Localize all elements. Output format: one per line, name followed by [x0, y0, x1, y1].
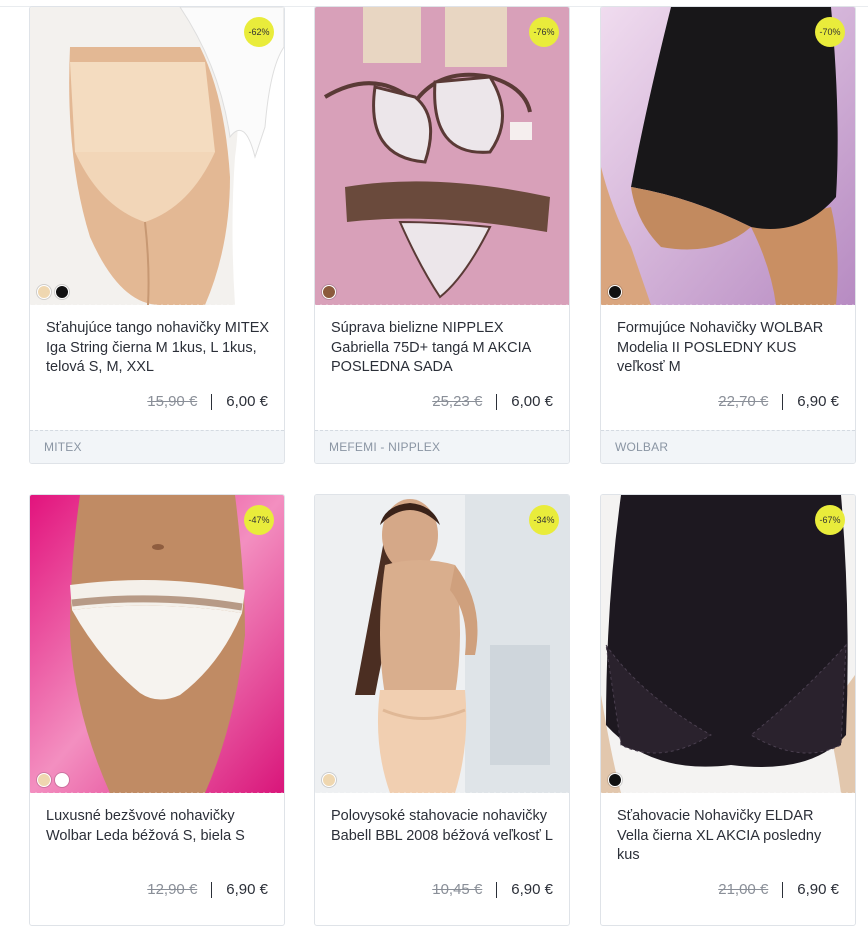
- current-price: 6,90 €: [797, 881, 839, 898]
- color-swatches: [608, 285, 622, 299]
- discount-badge: -62%: [244, 17, 274, 47]
- discount-badge: -76%: [529, 17, 559, 47]
- product-card[interactable]: -76% Súprava bielizne NIPPLEX Gabriella …: [314, 6, 570, 464]
- current-price: 6,90 €: [511, 881, 553, 898]
- discount-badge: -34%: [529, 505, 559, 535]
- color-swatch[interactable]: [37, 773, 51, 787]
- product-image[interactable]: -34%: [315, 495, 569, 793]
- price-separator: [211, 881, 213, 898]
- product-title[interactable]: Súprava bielizne NIPPLEX Gabriella 75D+ …: [331, 319, 557, 378]
- discount-badge: -70%: [815, 17, 845, 47]
- brand-bar: MITEX: [30, 430, 284, 463]
- current-price: 6,00 €: [226, 393, 268, 410]
- product-image[interactable]: -67%: [601, 495, 855, 793]
- current-price: 6,90 €: [797, 393, 839, 410]
- product-title[interactable]: Polovysoké stahovacie nohavičky Babell B…: [331, 807, 557, 846]
- color-swatch[interactable]: [608, 773, 622, 787]
- brand-bar: MEFEMI - NIPPLEX: [315, 430, 569, 463]
- discount-badge: -47%: [244, 505, 274, 535]
- image-edge-decoration: [601, 303, 855, 308]
- price-row: 10,45 € 6,90 €: [432, 881, 553, 898]
- color-swatch[interactable]: [55, 285, 69, 299]
- price-separator: [496, 881, 498, 898]
- old-price: 22,70 €: [718, 393, 769, 410]
- color-swatch[interactable]: [55, 773, 69, 787]
- color-swatch[interactable]: [322, 285, 336, 299]
- image-edge-decoration: [30, 791, 284, 796]
- price-separator: [496, 393, 498, 410]
- color-swatches: [37, 773, 69, 787]
- price-row: 21,00 € 6,90 €: [718, 881, 839, 898]
- brand-name[interactable]: WOLBAR: [615, 440, 668, 454]
- color-swatches: [608, 773, 622, 787]
- product-card[interactable]: -62% Sťahujúce tango nohavičky MITEX Iga…: [29, 6, 285, 464]
- price-row: 12,90 € 6,90 €: [147, 881, 268, 898]
- product-title[interactable]: Formujúce Nohavičky WOLBAR Modelia II PO…: [617, 319, 843, 378]
- image-edge-decoration: [315, 303, 569, 308]
- color-swatches: [322, 773, 336, 787]
- product-image[interactable]: -47%: [30, 495, 284, 793]
- old-price: 15,90 €: [147, 393, 198, 410]
- color-swatches: [37, 285, 69, 299]
- color-swatch[interactable]: [37, 285, 51, 299]
- product-image[interactable]: -70%: [601, 7, 855, 305]
- color-swatch[interactable]: [608, 285, 622, 299]
- discount-badge: -67%: [815, 505, 845, 535]
- price-row: 25,23 € 6,00 €: [432, 393, 553, 410]
- product-title[interactable]: Luxusné bezšvové nohavičky Wolbar Leda b…: [46, 807, 272, 846]
- brand-name[interactable]: MEFEMI - NIPPLEX: [329, 440, 440, 454]
- product-title[interactable]: Sťahujúce tango nohavičky MITEX Iga Stri…: [46, 319, 272, 378]
- product-card[interactable]: -67% Sťahovacie Nohavičky ELDAR Vella či…: [600, 494, 856, 926]
- old-price: 10,45 €: [432, 881, 483, 898]
- product-image[interactable]: -62%: [30, 7, 284, 305]
- brand-name[interactable]: MITEX: [44, 440, 82, 454]
- brand-bar: WOLBAR: [601, 430, 855, 463]
- product-image[interactable]: -76%: [315, 7, 569, 305]
- price-separator: [782, 881, 784, 898]
- price-separator: [782, 393, 784, 410]
- color-swatch[interactable]: [322, 773, 336, 787]
- product-card[interactable]: -34% Polovysoké stahovacie nohavičky Bab…: [314, 494, 570, 926]
- old-price: 12,90 €: [147, 881, 198, 898]
- price-separator: [211, 393, 213, 410]
- image-edge-decoration: [315, 791, 569, 796]
- color-swatches: [322, 285, 336, 299]
- price-row: 22,70 € 6,90 €: [718, 393, 839, 410]
- image-edge-decoration: [30, 303, 284, 308]
- image-edge-decoration: [601, 791, 855, 796]
- product-card[interactable]: -70% Formujúce Nohavičky WOLBAR Modelia …: [600, 6, 856, 464]
- price-row: 15,90 € 6,00 €: [147, 393, 268, 410]
- product-card[interactable]: -47% Luxusné bezšvové nohavičky Wolbar L…: [29, 494, 285, 926]
- product-title[interactable]: Sťahovacie Nohavičky ELDAR Vella čierna …: [617, 807, 843, 866]
- old-price: 21,00 €: [718, 881, 769, 898]
- current-price: 6,00 €: [511, 393, 553, 410]
- current-price: 6,90 €: [226, 881, 268, 898]
- old-price: 25,23 €: [432, 393, 483, 410]
